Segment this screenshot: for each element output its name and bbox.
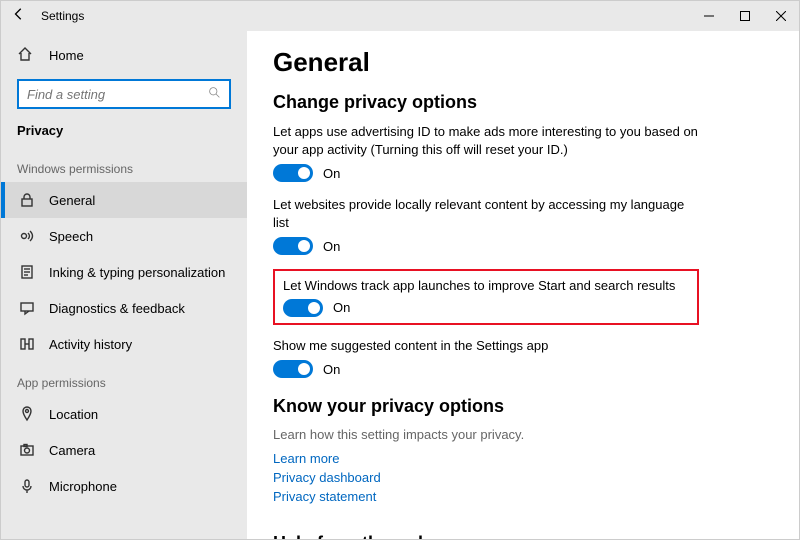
nav-general[interactable]: General <box>1 182 247 218</box>
section-heading-know: Know your privacy options <box>273 396 773 417</box>
section-heading-help: Help from the web <box>273 533 773 539</box>
minimize-button[interactable] <box>691 1 727 31</box>
group-app-permissions: App permissions <box>1 362 247 396</box>
maximize-button[interactable] <box>727 1 763 31</box>
nav-diagnostics[interactable]: Diagnostics & feedback <box>1 290 247 326</box>
group-windows-permissions: Windows permissions <box>1 148 247 182</box>
link-learn-more[interactable]: Learn more <box>273 450 773 469</box>
setting-suggested-desc: Show me suggested content in the Setting… <box>273 337 703 355</box>
sidebar: Home Privacy Windows permissions General… <box>1 31 247 539</box>
toggle-tracklaunch[interactable] <box>283 299 323 317</box>
window-title: Settings <box>37 9 84 23</box>
setting-tracklaunch-desc: Let Windows track app launches to improv… <box>283 277 689 295</box>
toggle-advertising[interactable] <box>273 164 313 182</box>
link-privacy-dashboard[interactable]: Privacy dashboard <box>273 469 773 488</box>
search-box[interactable] <box>17 79 231 109</box>
clipboard-icon <box>17 264 37 280</box>
feedback-icon <box>17 300 37 316</box>
nav-label: Speech <box>49 229 93 244</box>
content-pane: General Change privacy options Let apps … <box>247 31 799 539</box>
nav-activity[interactable]: Activity history <box>1 326 247 362</box>
location-icon <box>17 406 37 422</box>
section-title-privacy: Privacy <box>1 119 247 148</box>
camera-icon <box>17 442 37 458</box>
nav-label: Camera <box>49 443 95 458</box>
microphone-icon <box>17 478 37 494</box>
page-title: General <box>273 47 773 78</box>
home-icon <box>17 46 37 65</box>
toggle-websites[interactable] <box>273 237 313 255</box>
lock-icon <box>17 192 37 208</box>
search-icon <box>208 86 221 102</box>
nav-microphone[interactable]: Microphone <box>1 468 247 504</box>
section-heading-options: Change privacy options <box>273 92 773 113</box>
speech-icon <box>17 228 37 244</box>
nav-label: Microphone <box>49 479 117 494</box>
toggle-tracklaunch-state: On <box>333 300 350 315</box>
nav-label: General <box>49 193 95 208</box>
nav-label: Location <box>49 407 98 422</box>
section-know-sub: Learn how this setting impacts your priv… <box>273 427 773 442</box>
timeline-icon <box>17 336 37 352</box>
toggle-websites-state: On <box>323 239 340 254</box>
settings-window: Settings Home Privacy Windows permission… <box>0 0 800 540</box>
nav-label: Inking & typing personalization <box>49 265 225 280</box>
nav-label: Activity history <box>49 337 132 352</box>
toggle-advertising-state: On <box>323 166 340 181</box>
search-input[interactable] <box>27 87 208 102</box>
setting-websites-desc: Let websites provide locally relevant co… <box>273 196 703 231</box>
nav-label: Diagnostics & feedback <box>49 301 185 316</box>
nav-speech[interactable]: Speech <box>1 218 247 254</box>
nav-location[interactable]: Location <box>1 396 247 432</box>
setting-advertising-desc: Let apps use advertising ID to make ads … <box>273 123 703 158</box>
back-button[interactable] <box>1 7 37 26</box>
nav-inking[interactable]: Inking & typing personalization <box>1 254 247 290</box>
home-nav[interactable]: Home <box>1 37 247 73</box>
link-privacy-statement[interactable]: Privacy statement <box>273 488 773 507</box>
toggle-suggested[interactable] <box>273 360 313 378</box>
close-button[interactable] <box>763 1 799 31</box>
toggle-suggested-state: On <box>323 362 340 377</box>
home-label: Home <box>49 48 84 63</box>
titlebar: Settings <box>1 1 799 31</box>
highlighted-setting: Let Windows track app launches to improv… <box>273 269 699 325</box>
nav-camera[interactable]: Camera <box>1 432 247 468</box>
